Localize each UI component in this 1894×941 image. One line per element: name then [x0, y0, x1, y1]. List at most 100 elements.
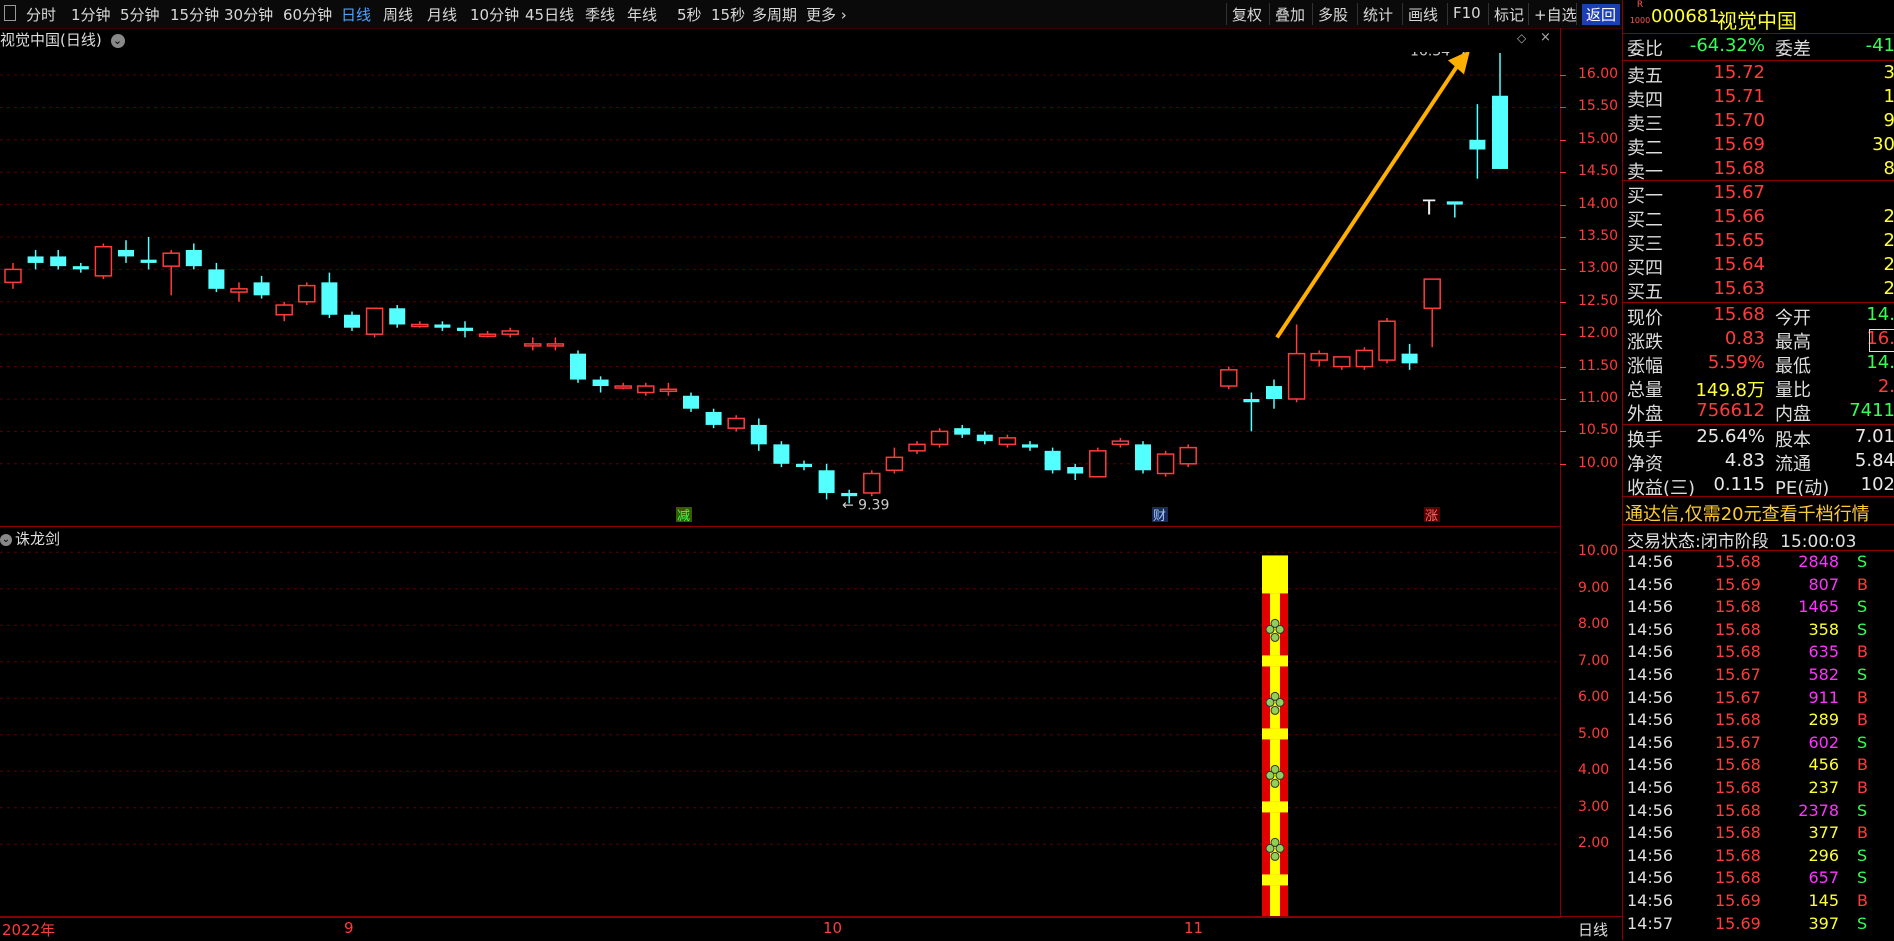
toolbar-action[interactable]: 画线: [1408, 4, 1438, 25]
toolbar-action[interactable]: 叠加: [1275, 4, 1305, 25]
period-tab[interactable]: 年线: [627, 4, 657, 25]
toolbar-action[interactable]: F10: [1453, 4, 1481, 22]
wei-bi-value: -64.32%: [1689, 35, 1765, 56]
candle-body: [976, 434, 993, 442]
tick-price: 15.68: [1715, 868, 1761, 888]
tick-price: 15.68: [1715, 845, 1761, 865]
bid-row: 买五 15.63 2: [1627, 278, 1894, 303]
candle-body: [162, 252, 180, 267]
period-tab[interactable]: 1分钟: [71, 4, 111, 25]
date-label: 2022年: [2, 921, 56, 939]
row-value: 2: [1883, 278, 1894, 299]
row-value: 15.67: [1713, 182, 1765, 203]
quote-panel: R 1000 000681 视觉中国 委比 -64.32% 委差 -41 卖五 1…: [1622, 0, 1894, 940]
row-label: 卖五: [1627, 66, 1663, 87]
toolbar-action[interactable]: 标记: [1494, 4, 1524, 25]
toolbar-action[interactable]: 返回: [1582, 4, 1621, 25]
period-tab[interactable]: 日线: [341, 4, 371, 25]
tick-volume: 145: [1808, 891, 1839, 910]
period-label: 日线: [1578, 921, 1609, 939]
wei-cha-label: 委差: [1775, 39, 1811, 60]
toolbar-action[interactable]: 多股: [1318, 4, 1348, 25]
price-tick: 12.50: [1578, 292, 1619, 309]
candle-body: [365, 307, 384, 335]
tick-time: 14:56: [1627, 823, 1674, 843]
tick-time: 14:56: [1627, 687, 1674, 707]
row-label: 卖三: [1627, 114, 1663, 135]
period-tab[interactable]: 更多 ›: [806, 4, 847, 25]
ask-row: 卖一 15.68 8: [1627, 158, 1894, 183]
candle-body: [118, 249, 134, 257]
period-tab[interactable]: 多周期: [752, 4, 797, 25]
toolbar-action[interactable]: +自选: [1534, 4, 1577, 25]
signal-flower-icon: [1270, 778, 1280, 788]
row-value: 14.: [1866, 352, 1894, 373]
row-label: 最高: [1775, 332, 1811, 353]
fundamental-row: 换手 25.64% 股本 7.01: [1627, 426, 1894, 451]
chart-close-icon[interactable]: ×: [1540, 30, 1551, 45]
period-tab[interactable]: 30分钟: [224, 4, 273, 25]
t-marker: T: [1422, 195, 1436, 219]
tick-row: 14:56 15.68 2848 S: [1627, 552, 1894, 574]
row-value: 25.64%: [1696, 426, 1765, 447]
candle-body: [1310, 352, 1328, 361]
period-tab[interactable]: 分时: [26, 4, 56, 25]
tick-side: S: [1857, 913, 1868, 933]
candle-body: [275, 304, 293, 316]
period-tab[interactable]: 5秒: [677, 4, 702, 25]
period-tab[interactable]: 周线: [383, 4, 413, 25]
row-value: 1: [1883, 86, 1894, 107]
signal-flower-icon: [1270, 618, 1280, 628]
ask-row: 卖五 15.72 3: [1627, 62, 1894, 87]
sidebar-toggle-icon[interactable]: [4, 5, 16, 21]
trade-status-value: 闭市阶段: [1700, 532, 1769, 552]
tick-row: 14:56 15.68 657 S: [1627, 868, 1894, 890]
main-chart-title: 视觉中国(日线) ⌄: [0, 29, 125, 50]
tick-row: 14:56 15.69 145 B: [1627, 891, 1894, 913]
row-value: 2: [1883, 206, 1894, 227]
toolbar-action[interactable]: 统计: [1363, 4, 1393, 25]
candlestick-chart[interactable]: 16.34 → ← 9.39 T 减 财 涨: [0, 52, 1560, 522]
period-tab[interactable]: 10分钟: [470, 4, 519, 25]
tick-price: 15.68: [1715, 755, 1761, 775]
candle-body: [1111, 440, 1130, 446]
row-value: 5.84: [1854, 450, 1894, 471]
period-tab[interactable]: 15秒: [711, 4, 745, 25]
tick-volume: 1465: [1798, 597, 1839, 617]
period-tab[interactable]: 15分钟: [170, 4, 219, 25]
tick-volume: 358: [1808, 619, 1839, 639]
toolbar-action[interactable]: 复权: [1232, 4, 1262, 25]
wei-cha-value: -41: [1865, 35, 1894, 56]
period-tab[interactable]: 季线: [585, 4, 615, 25]
candle-body: [185, 249, 202, 267]
trade-status-row: 交易状态:闭市阶段 15:00:03: [1627, 527, 1857, 552]
row-value: 2: [1883, 254, 1894, 275]
promo-banner[interactable]: 通达信,仅需20元查看千档行情: [1625, 500, 1870, 526]
period-tab[interactable]: 45日线: [525, 4, 574, 25]
badge-bottom: 1000: [1629, 16, 1651, 25]
chart-settings-icon[interactable]: ◇: [1517, 31, 1526, 45]
period-tab[interactable]: 60分钟: [283, 4, 332, 25]
indicator-chart[interactable]: [0, 526, 1560, 916]
period-tab[interactable]: 5分钟: [120, 4, 160, 25]
tick-volume: 635: [1808, 642, 1839, 662]
candle-body: [524, 343, 542, 347]
row-value: 0.83: [1724, 328, 1765, 349]
candle-body: [1492, 95, 1508, 169]
fundamental-row: 收益(三) 0.115 PE(动) 102: [1627, 474, 1894, 499]
row-value: 7411: [1849, 400, 1894, 421]
tick-price: 15.68: [1715, 710, 1761, 730]
tick-row: 14:56 15.68 2378 S: [1627, 801, 1894, 823]
tick-volume: 289: [1808, 710, 1839, 730]
row-value: 2.: [1877, 376, 1894, 397]
tick-time: 14:56: [1627, 868, 1674, 888]
chevron-down-icon[interactable]: ⌄: [110, 33, 125, 48]
high-value-frame: [1869, 329, 1894, 352]
row-value: 8: [1883, 158, 1894, 179]
tick-time: 14:56: [1627, 732, 1674, 752]
ask-row: 卖三 15.70 9: [1627, 110, 1894, 135]
signal-flower-icon: [1270, 764, 1280, 774]
candle-body: [1469, 139, 1486, 150]
period-tab[interactable]: 月线: [427, 4, 457, 25]
signal-flower-icon: [1270, 705, 1280, 715]
